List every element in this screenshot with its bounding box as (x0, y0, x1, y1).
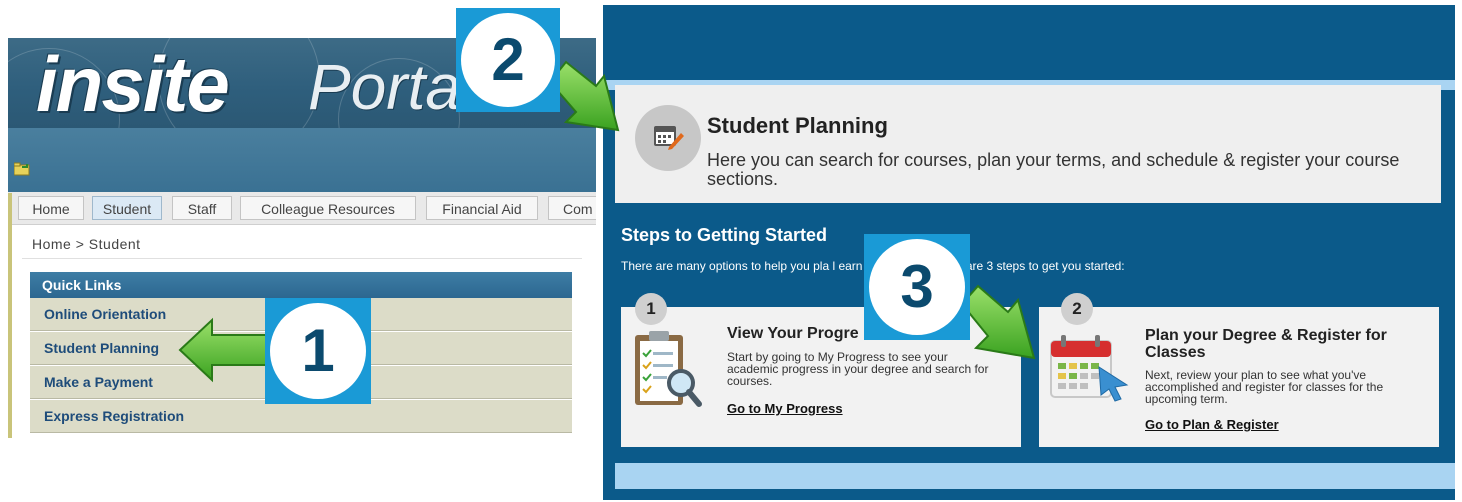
arrow-2-icon (548, 60, 620, 132)
callout-badge-1: 1 (265, 298, 371, 404)
callout-badge-3: 3 (864, 234, 970, 340)
callout-arrows (178, 60, 1036, 383)
arrow-1-icon (178, 317, 273, 383)
arrow-3-icon (960, 284, 1036, 360)
callout-badge-2: 2 (456, 8, 560, 112)
